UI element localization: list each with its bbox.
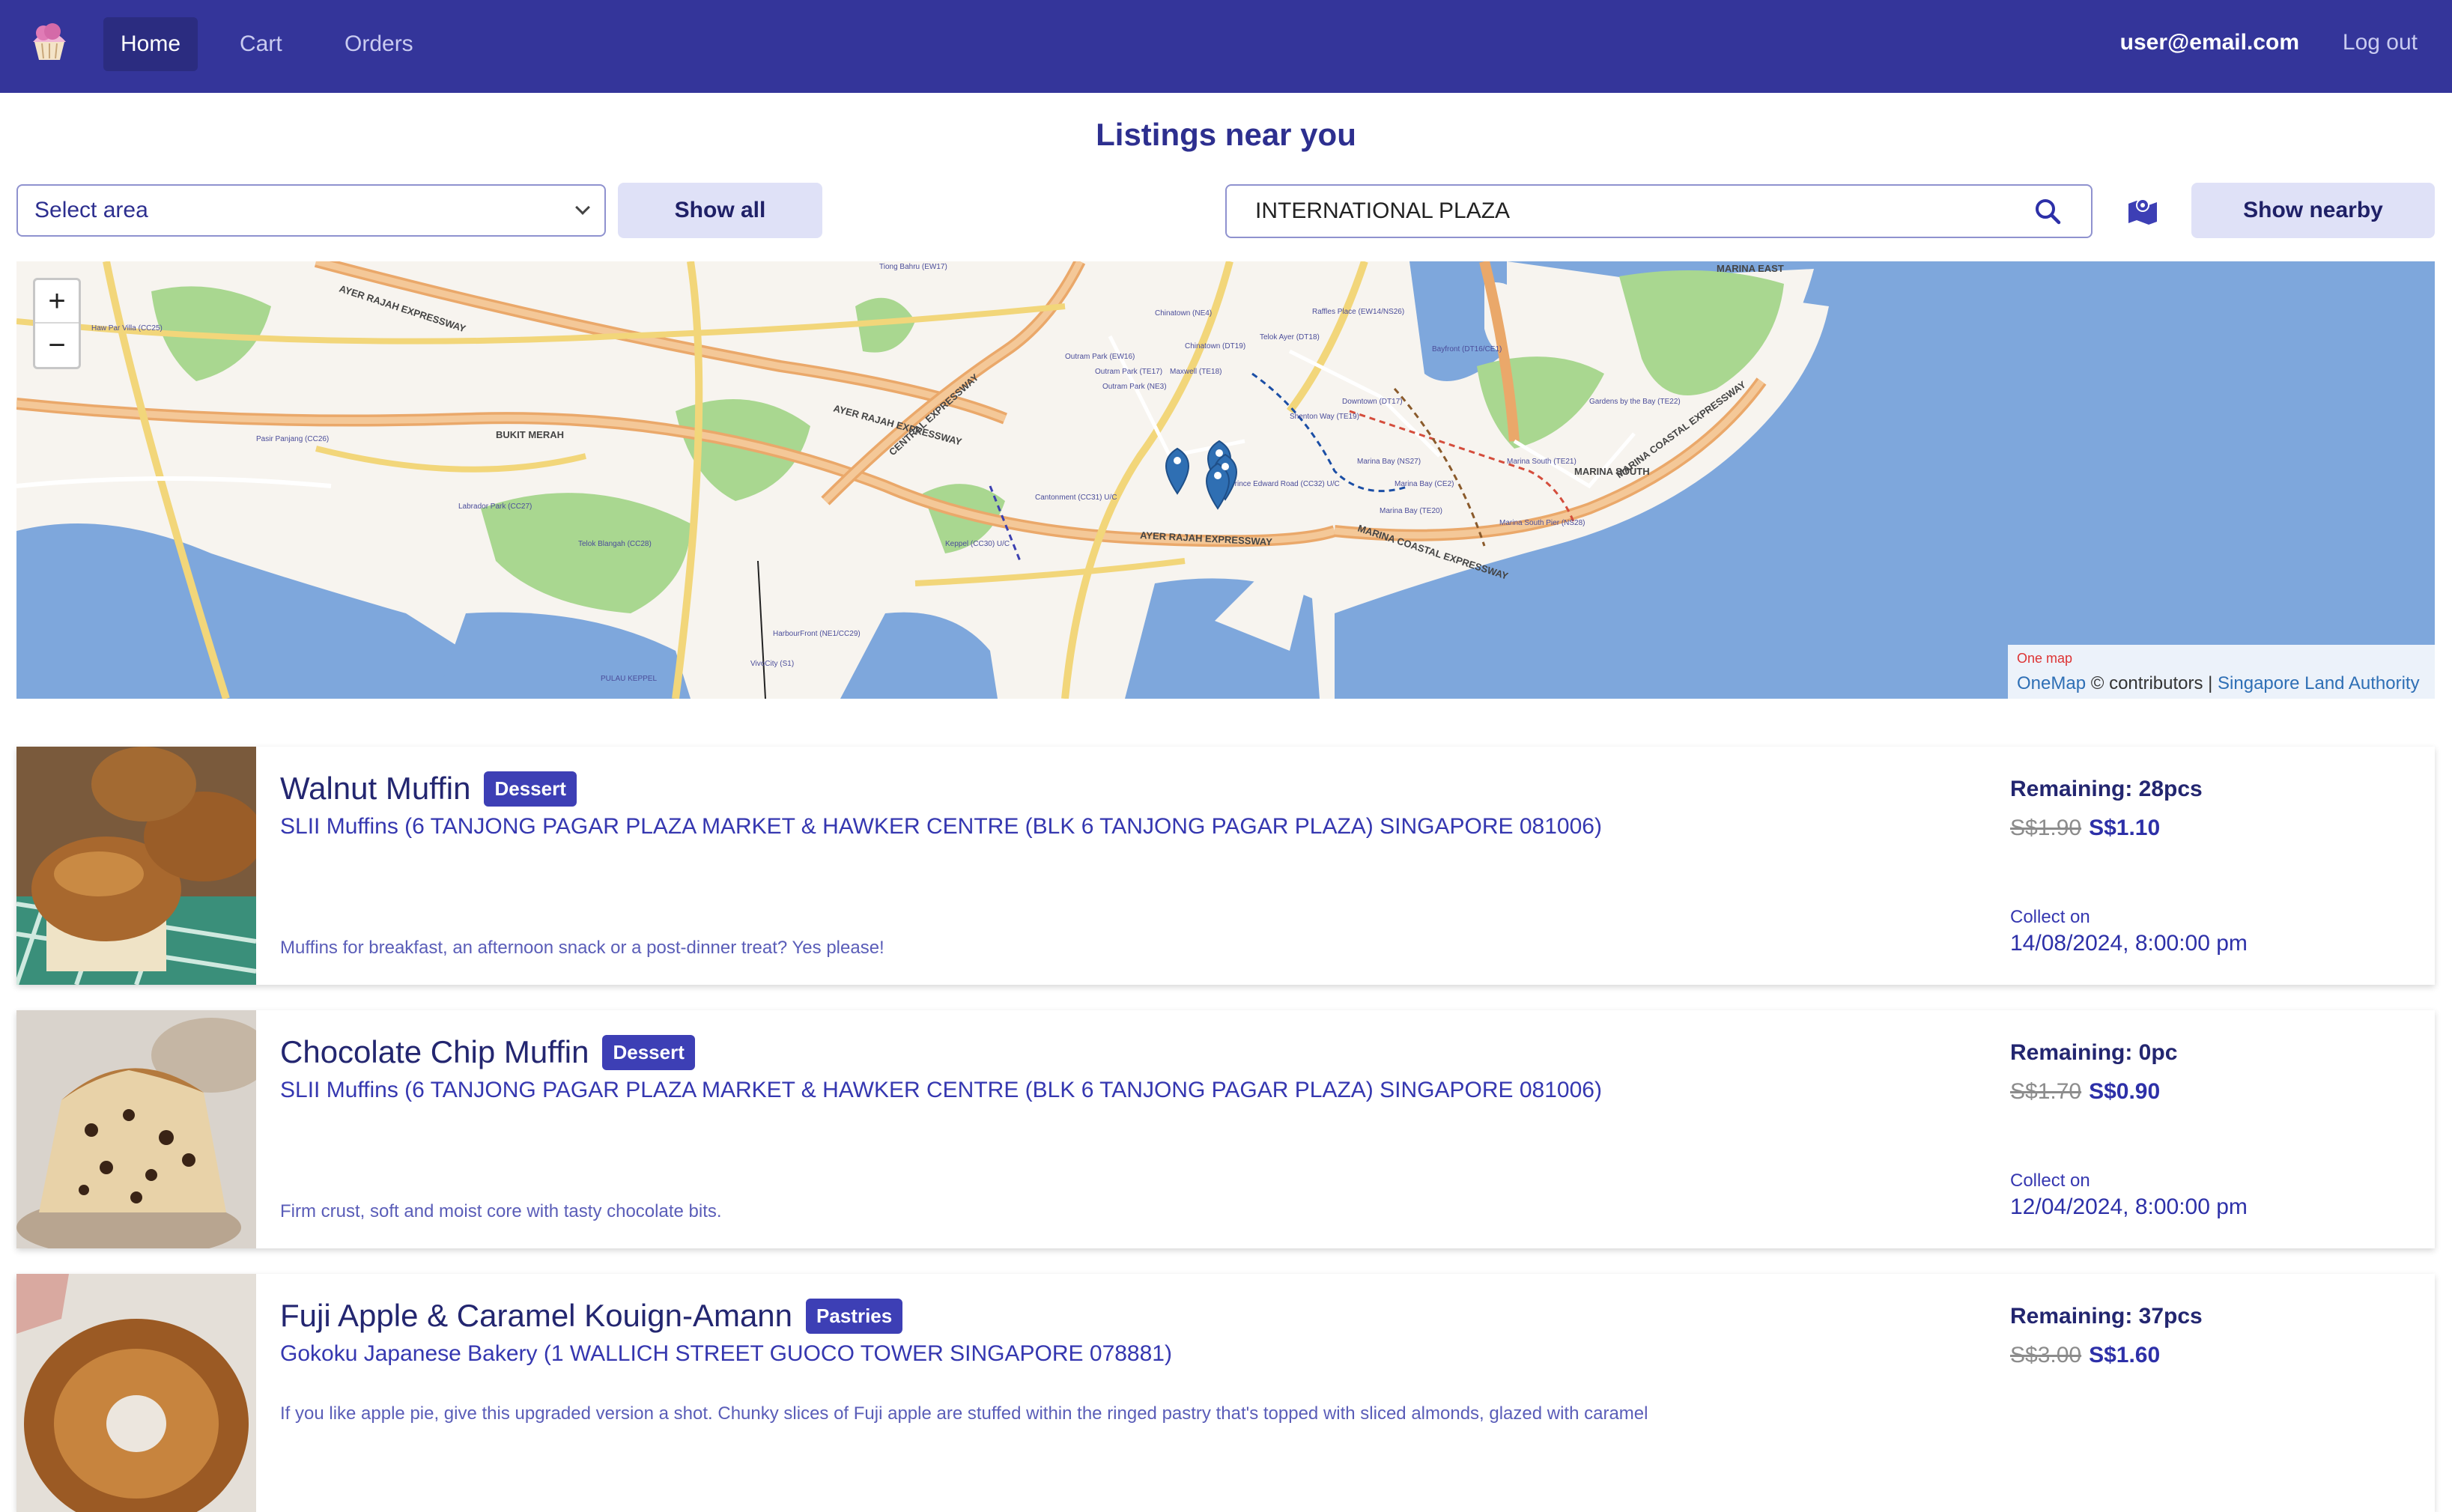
map-station-label: Tiong Bahru (EW17) xyxy=(879,263,947,271)
listing-title-row: Fuji Apple & Caramel Kouign-Amann Pastri… xyxy=(280,1298,903,1334)
listing-name[interactable]: Fuji Apple & Caramel Kouign-Amann xyxy=(280,1298,792,1334)
search-input[interactable]: INTERNATIONAL PLAZA xyxy=(1225,184,2093,238)
navbar: Home Cart Orders user@email.com Log out xyxy=(0,0,2452,93)
remaining-count: Remaining: 28pcs xyxy=(2010,777,2203,801)
search-icon[interactable] xyxy=(2033,196,2063,226)
category-badge: Dessert xyxy=(484,771,577,807)
discounted-price: S$0.90 xyxy=(2089,1079,2161,1104)
listing-description: Firm crust, soft and moist core with tas… xyxy=(280,1201,722,1221)
area-select[interactable]: Select area xyxy=(16,184,606,237)
map-station-label: Telok Blangah (CC28) xyxy=(578,540,652,548)
map-station-label: Keppel (CC30) U/C xyxy=(945,540,1010,548)
show-nearby-button[interactable]: Show nearby xyxy=(2191,183,2435,238)
discounted-price: S$1.10 xyxy=(2089,816,2161,840)
map-station-label: Telok Ayer (DT18) xyxy=(1260,333,1320,341)
listing-pricing: Remaining: 37pcs S$3.00 S$1.60 xyxy=(2010,1304,2415,1368)
listing-title-row: Walnut Muffin Dessert xyxy=(280,771,577,807)
map-area-label: MARINA SOUTH xyxy=(1574,466,1650,477)
attribution-text: © contributors | xyxy=(2086,673,2218,693)
map-station-label: Marina Bay (CE2) xyxy=(1395,480,1454,488)
map-station-label: HarbourFront (NE1/CC29) xyxy=(773,630,861,638)
category-badge: Dessert xyxy=(602,1034,695,1070)
show-all-button[interactable]: Show all xyxy=(618,183,822,238)
zoom-in-button[interactable]: + xyxy=(35,280,79,324)
map-station-label: VivoCity (S1) xyxy=(750,660,794,668)
onemap-link[interactable]: OneMap xyxy=(2017,673,2086,693)
listing-thumbnail xyxy=(16,1010,256,1248)
map-station-label: Outram Park (TE17) xyxy=(1095,368,1162,376)
cupcake-logo-icon[interactable] xyxy=(22,19,76,67)
discounted-price: S$1.60 xyxy=(2089,1343,2161,1367)
listing-store[interactable]: SLII Muffins (6 TANJONG PAGAR PLAZA MARK… xyxy=(280,1078,1602,1103)
listing-thumbnail xyxy=(16,1274,256,1512)
map-station-label: Marina Bay (TE20) xyxy=(1380,507,1442,515)
map-attribution: One map OneMap © contributors | Singapor… xyxy=(2008,645,2435,699)
map-station-label: Marina Bay (NS27) xyxy=(1357,458,1421,466)
chevron-down-icon xyxy=(575,200,590,215)
category-badge: Pastries xyxy=(806,1298,903,1334)
collect-date: 14/08/2024, 8:00:00 pm xyxy=(2010,931,2248,956)
original-price: S$1.70 xyxy=(2010,1079,2082,1104)
collect-label: Collect on xyxy=(2010,1171,2090,1191)
original-price: S$3.00 xyxy=(2010,1343,2082,1367)
map-station-label: Gardens by the Bay (TE22) xyxy=(1589,398,1681,406)
listing-store[interactable]: Gokoku Japanese Bakery (1 WALLICH STREET… xyxy=(280,1341,1172,1367)
collect-date: 12/04/2024, 8:00:00 pm xyxy=(2010,1194,2248,1219)
listing-description: If you like apple pie, give this upgrade… xyxy=(280,1403,1648,1424)
user-email[interactable]: user@email.com xyxy=(2120,30,2299,55)
listing-name[interactable]: Chocolate Chip Muffin xyxy=(280,1034,589,1070)
logout-button[interactable]: Log out xyxy=(2343,30,2418,55)
map-station-label: Maxwell (TE18) xyxy=(1170,368,1222,376)
area-select-value: Select area xyxy=(34,198,148,222)
listing-pricing: Remaining: 0pc S$1.70 S$0.90 xyxy=(2010,1040,2415,1105)
listing-name[interactable]: Walnut Muffin xyxy=(280,771,470,807)
search-input-value: INTERNATIONAL PLAZA xyxy=(1255,198,1511,223)
map-station-label: Outram Park (EW16) xyxy=(1065,353,1135,361)
listing-card[interactable]: Walnut Muffin Dessert SLII Muffins (6 TA… xyxy=(16,747,2435,985)
price-row: S$1.70 S$0.90 xyxy=(2010,1079,2415,1105)
remaining-count: Remaining: 0pc xyxy=(2010,1040,2178,1065)
map-area-label: MARINA EAST xyxy=(1717,263,1784,274)
map-icon[interactable] xyxy=(2125,193,2160,228)
zoom-out-button[interactable]: − xyxy=(35,324,79,367)
listing-card[interactable]: Chocolate Chip Muffin Dessert SLII Muffi… xyxy=(16,1010,2435,1248)
map[interactable]: AYER RAJAH EXPRESSWAY AYER RAJAH EXPRESS… xyxy=(16,261,2435,699)
map-station-label: Downtown (DT17) xyxy=(1342,398,1403,406)
collect-label: Collect on xyxy=(2010,907,2090,927)
map-station-label: Bayfront (DT16/CE1) xyxy=(1432,345,1502,353)
nav-cart[interactable]: Cart xyxy=(222,17,300,71)
map-station-label: Shenton Way (TE19) xyxy=(1290,413,1359,421)
listing-card[interactable]: Fuji Apple & Caramel Kouign-Amann Pastri… xyxy=(16,1274,2435,1512)
map-station-label: Labrador Park (CC27) xyxy=(458,503,532,511)
map-station-label: Chinatown (NE4) xyxy=(1155,309,1212,318)
map-station-label: Marina South (TE21) xyxy=(1507,458,1576,466)
nav-home[interactable]: Home xyxy=(103,17,198,71)
listing-store[interactable]: SLII Muffins (6 TANJONG PAGAR PLAZA MARK… xyxy=(280,814,1602,840)
map-station-label: Raffles Place (EW14/NS26) xyxy=(1312,308,1404,316)
map-station-label: Outram Park (NE3) xyxy=(1102,383,1167,391)
original-price: S$1.90 xyxy=(2010,816,2082,840)
listing-pricing: Remaining: 28pcs S$1.90 S$1.10 xyxy=(2010,777,2415,841)
listing-description: Muffins for breakfast, an afternoon snac… xyxy=(280,938,884,958)
map-station-label: Pasir Panjang (CC26) xyxy=(256,435,329,443)
map-station-label: Marina South Pier (NS28) xyxy=(1499,519,1585,527)
map-station-label: Prince Edward Road (CC32) U/C xyxy=(1230,480,1340,488)
price-row: S$1.90 S$1.10 xyxy=(2010,816,2415,841)
sla-link[interactable]: Singapore Land Authority xyxy=(2218,673,2420,693)
map-station-label: Haw Par Villa (CC25) xyxy=(91,324,163,333)
map-station-label: Chinatown (DT19) xyxy=(1185,342,1245,350)
nav-orders[interactable]: Orders xyxy=(327,17,431,71)
map-canvas[interactable]: AYER RAJAH EXPRESSWAY AYER RAJAH EXPRESS… xyxy=(16,261,2435,699)
page-title: Listings near you xyxy=(1096,117,1356,152)
listing-thumbnail xyxy=(16,747,256,985)
map-station-label: Cantonment (CC31) U/C xyxy=(1035,494,1117,502)
price-row: S$3.00 S$1.60 xyxy=(2010,1343,2415,1368)
zoom-control: + − xyxy=(33,278,81,369)
map-area-label: BUKIT MERAH xyxy=(496,429,564,440)
onemap-logo: One map xyxy=(2017,651,2073,666)
remaining-count: Remaining: 37pcs xyxy=(2010,1304,2203,1329)
map-station-label: PULAU KEPPEL xyxy=(601,675,657,683)
listing-title-row: Chocolate Chip Muffin Dessert xyxy=(280,1034,695,1070)
